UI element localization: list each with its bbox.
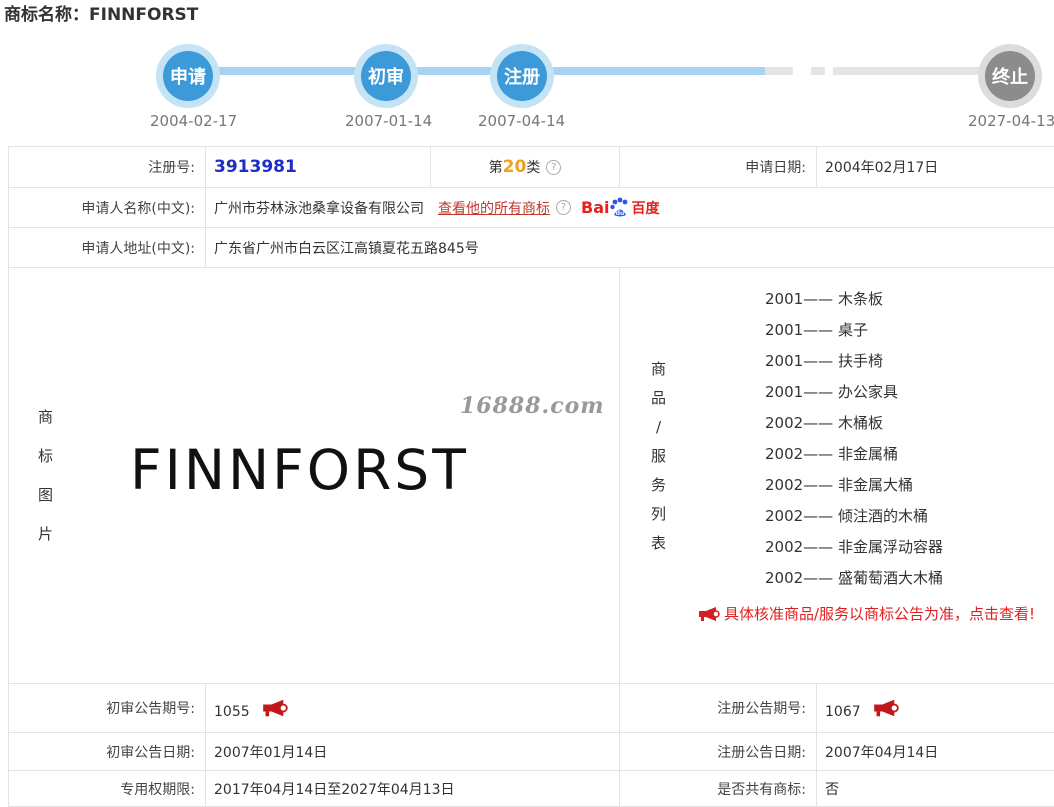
list-item: 2002—— 倾注酒的木桶 [765, 507, 928, 525]
list-item: 2001—— 木条板 [765, 290, 883, 308]
help-icon[interactable]: ? [546, 159, 562, 175]
prelim-pub-date-label: 初审公告日期: [9, 733, 206, 771]
timeline-date-prelim: 2007-01-14 [345, 112, 433, 130]
class-number[interactable]: 20 [503, 157, 527, 177]
reg-no-label: 注册号: [9, 147, 206, 188]
list-item: 2002—— 非金属大桶 [765, 476, 913, 494]
prelim-pub-no-cell: 1055 [206, 684, 620, 733]
goods-notice-link[interactable]: 具体核准商品/服务以商标公告为准，点击查看! [698, 603, 1035, 624]
apply-date-label: 申请日期: [620, 147, 817, 188]
timeline-progress-bar [190, 67, 765, 75]
class-prefix: 第 [488, 160, 503, 176]
applicant-address-value: 广东省广州市白云区江高镇夏花五路845号 [206, 228, 1054, 268]
goods-list-label: 商品 / 服务列表 [651, 360, 667, 552]
class-suffix: 类 [526, 160, 541, 176]
reg-pub-no-cell: 1067 [817, 684, 1054, 733]
timeline-node-end: 终止 [978, 44, 1042, 108]
trademark-image-label: 商标图片 [38, 408, 54, 543]
exclusive-term-label: 专用权期限: [9, 771, 206, 807]
timeline-dash [811, 67, 825, 75]
list-item: 2001—— 扶手椅 [765, 352, 883, 370]
help-icon[interactable]: ? [556, 200, 571, 215]
list-item: 2001—— 办公家具 [765, 383, 898, 401]
timeline-gap [800, 67, 805, 75]
prelim-pub-date-value: 2007年01月14日 [206, 733, 620, 771]
shared-trademark-label: 是否共有商标: [620, 771, 817, 807]
view-all-trademarks-link[interactable]: 查看他的所有商标 [438, 198, 550, 218]
prelim-pub-no-value: 1055 [214, 704, 250, 720]
baidu-search-icon[interactable]: Bai du 百度 [581, 197, 659, 219]
reg-no-cell: 3913981 [206, 147, 431, 188]
exclusive-term-value: 2017年04月14日至2027年04月13日 [206, 771, 620, 807]
reg-pub-no-label: 注册公告期号: [620, 684, 817, 733]
megaphone-icon[interactable] [873, 699, 899, 717]
timeline-node-register: 注册 [490, 44, 554, 108]
watermark-text: 16888.com [460, 393, 605, 419]
timeline-remaining [833, 67, 983, 75]
applicant-name-label: 申请人名称(中文): [9, 188, 206, 228]
reg-pub-date-value: 2007年04月14日 [817, 733, 1054, 771]
shared-trademark-value: 否 [817, 771, 1054, 807]
timeline-date-apply: 2004-02-17 [150, 112, 238, 130]
timeline-dash [765, 67, 793, 75]
list-item: 2002—— 木桶板 [765, 414, 883, 432]
reg-no-value: 3913981 [214, 157, 297, 177]
trademark-name: FINNFORST [89, 5, 199, 25]
apply-date-value: 2004年02月17日 [817, 147, 1054, 188]
applicant-name-value: 广州市芬林泳池桑拿设备有限公司 [214, 200, 424, 217]
list-item: 2002—— 盛葡萄酒大木桶 [765, 569, 943, 587]
timeline-node-prelim: 初审 [354, 44, 418, 108]
timeline-date-register: 2007-04-14 [478, 112, 566, 130]
timeline-date-end: 2027-04-13 [968, 112, 1054, 130]
megaphone-icon [699, 606, 720, 621]
class-cell: 第 20 类 ? [431, 147, 620, 188]
applicant-name-cell: 广州市芬林泳池桑拿设备有限公司 查看他的所有商标 ? Bai du 百度 [206, 188, 1054, 228]
prelim-pub-no-label: 初审公告期号: [9, 684, 206, 733]
list-item: 2001—— 桌子 [765, 321, 868, 339]
reg-pub-date-label: 注册公告日期: [620, 733, 817, 771]
baidu-paw-icon: du [610, 197, 628, 217]
list-item: 2002—— 非金属浮动容器 [765, 538, 943, 556]
timeline-node-apply: 申请 [156, 44, 220, 108]
megaphone-icon[interactable] [262, 699, 288, 717]
applicant-address-label: 申请人地址(中文): [9, 228, 206, 268]
svg-text:du: du [616, 210, 625, 217]
trademark-image: FINNFORST [130, 438, 469, 502]
list-item: 2002—— 非金属桶 [765, 445, 898, 463]
goods-list: 2001—— 木条板 2001—— 桌子 2001—— 扶手椅 2001—— 办… [765, 286, 943, 596]
title-label: 商标名称： [4, 5, 89, 25]
reg-pub-no-value: 1067 [825, 704, 861, 720]
page-title: 商标名称：FINNFORST [4, 0, 198, 25]
